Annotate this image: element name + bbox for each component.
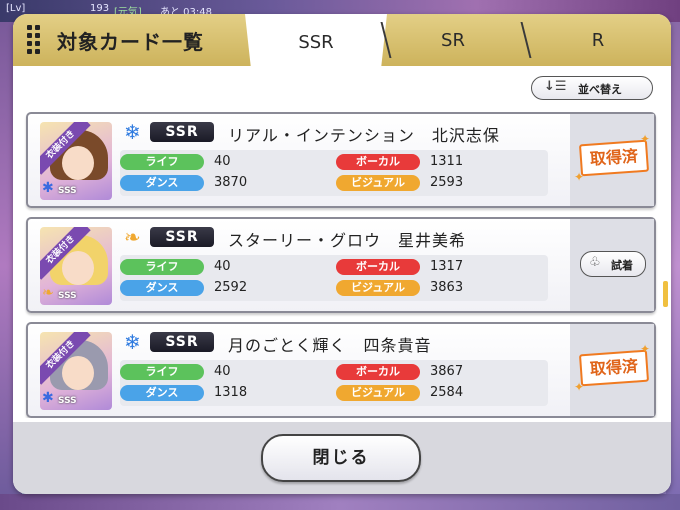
sort-button-label: 並べ替え <box>578 83 622 96</box>
level-value: 193 <box>90 3 110 14</box>
character-face <box>62 146 94 180</box>
visual-label: ビジュアル <box>336 280 420 296</box>
visual-label: ビジュアル <box>336 175 420 191</box>
background-bottom-edge <box>0 494 680 510</box>
card-stats: ライフ 40 ダンス 1318 ボーカル 3867 ビジュアル 2584 <box>120 360 548 406</box>
vocal-label: ボーカル <box>336 259 420 275</box>
life-value: 40 <box>214 364 231 379</box>
dance-label: ダンス <box>120 175 204 191</box>
life-label: ライフ <box>120 259 204 275</box>
tab-r[interactable]: R <box>533 14 663 66</box>
dance-value: 3870 <box>214 175 248 190</box>
life-value: 40 <box>214 154 231 169</box>
card-thumbnail: 衣装付き ❧ SSS <box>40 227 112 305</box>
dress-icon: ♧ <box>589 255 601 270</box>
card-list[interactable]: 衣装付き ✱ SSS ❄ SSR リアル・インテンション 北沢志保 ライフ 40… <box>21 112 665 418</box>
drag-grip-icon[interactable] <box>27 25 41 54</box>
card-row[interactable]: 衣装付き ✱ SSS ❄ SSR 月のごとく輝く 四条貴音 ライフ 40 ダンス… <box>26 322 656 418</box>
rarity-badge: SSR <box>150 332 214 352</box>
visual-value: 2584 <box>430 385 464 400</box>
wing-badge-icon: ❧ <box>42 285 54 301</box>
dance-label: ダンス <box>120 280 204 296</box>
tab-sr[interactable]: SR <box>393 14 513 66</box>
sparkle-icon: ✦ <box>640 132 651 146</box>
close-button[interactable]: 閉じる <box>261 434 421 482</box>
try-on-button[interactable]: ♧ 試着 <box>580 251 646 277</box>
life-label: ライフ <box>120 154 204 170</box>
sort-icon: ↓☰ <box>544 79 567 94</box>
character-face <box>62 251 94 285</box>
sparkle-icon: ✦ <box>574 170 585 184</box>
card-name: リアル・インテンション 北沢志保 <box>228 126 500 145</box>
vocal-value: 1311 <box>430 154 464 169</box>
rank-tag: SSS <box>58 186 77 196</box>
rarity-badge: SSR <box>150 122 214 142</box>
acquired-stamp: 取得済 <box>578 139 650 177</box>
card-action-area: 取得済 ✦ ✦ <box>570 114 654 206</box>
visual-value: 3863 <box>430 280 464 295</box>
visual-label: ビジュアル <box>336 385 420 401</box>
acquired-stamp: 取得済 <box>578 349 650 387</box>
star-badge-icon: ✱ <box>42 390 54 406</box>
dialog-title: 対象カード一覧 <box>57 30 204 54</box>
card-list-dialog: 対象カード一覧 SSR SR R ↓☰ 並べ替え 衣装付き ✱ SSS ❄ SS… <box>13 14 671 494</box>
rank-tag: SSS <box>58 291 77 301</box>
card-row[interactable]: 衣装付き ✱ SSS ❄ SSR リアル・インテンション 北沢志保 ライフ 40… <box>26 112 656 208</box>
life-label: ライフ <box>120 364 204 380</box>
sparkle-icon: ✦ <box>574 380 585 394</box>
snowflake-icon: ❄ <box>124 330 141 354</box>
wing-icon: ❧ <box>124 225 141 249</box>
card-thumbnail: 衣装付き ✱ SSS <box>40 122 112 200</box>
tab-divider <box>520 22 532 58</box>
tab-ssr[interactable]: SSR <box>245 14 387 66</box>
vocal-value: 3867 <box>430 364 464 379</box>
snowflake-icon: ❄ <box>124 120 141 144</box>
try-on-label: 試着 <box>611 259 633 272</box>
sort-button[interactable]: ↓☰ 並べ替え <box>531 76 653 100</box>
star-badge-icon: ✱ <box>42 180 54 196</box>
vocal-label: ボーカル <box>336 364 420 380</box>
vocal-label: ボーカル <box>336 154 420 170</box>
card-action-area: ♧ 試着 <box>570 219 654 311</box>
sparkle-icon: ✦ <box>640 342 651 356</box>
life-value: 40 <box>214 259 231 274</box>
dialog-header: 対象カード一覧 SSR SR R <box>13 14 671 66</box>
list-scrollbar[interactable] <box>663 281 668 307</box>
card-row[interactable]: 衣装付き ❧ SSS ❧ SSR スターリー・グロウ 星井美希 ライフ 40 ダ… <box>26 217 656 313</box>
rarity-badge: SSR <box>150 227 214 247</box>
card-action-area: 取得済 ✦ ✦ <box>570 324 654 416</box>
visual-value: 2593 <box>430 175 464 190</box>
card-stats: ライフ 40 ダンス 2592 ボーカル 1317 ビジュアル 3863 <box>120 255 548 301</box>
card-stats: ライフ 40 ダンス 3870 ボーカル 1311 ビジュアル 2593 <box>120 150 548 196</box>
dance-value: 2592 <box>214 280 248 295</box>
card-name: スターリー・グロウ 星井美希 <box>228 231 467 250</box>
card-thumbnail: 衣装付き ✱ SSS <box>40 332 112 410</box>
vocal-value: 1317 <box>430 259 464 274</box>
rank-tag: SSS <box>58 396 77 406</box>
dance-value: 1318 <box>214 385 248 400</box>
level-tag: [Lv] <box>6 3 26 14</box>
character-face <box>62 356 94 390</box>
card-name: 月のごとく輝く 四条貴音 <box>228 336 432 355</box>
dance-label: ダンス <box>120 385 204 401</box>
